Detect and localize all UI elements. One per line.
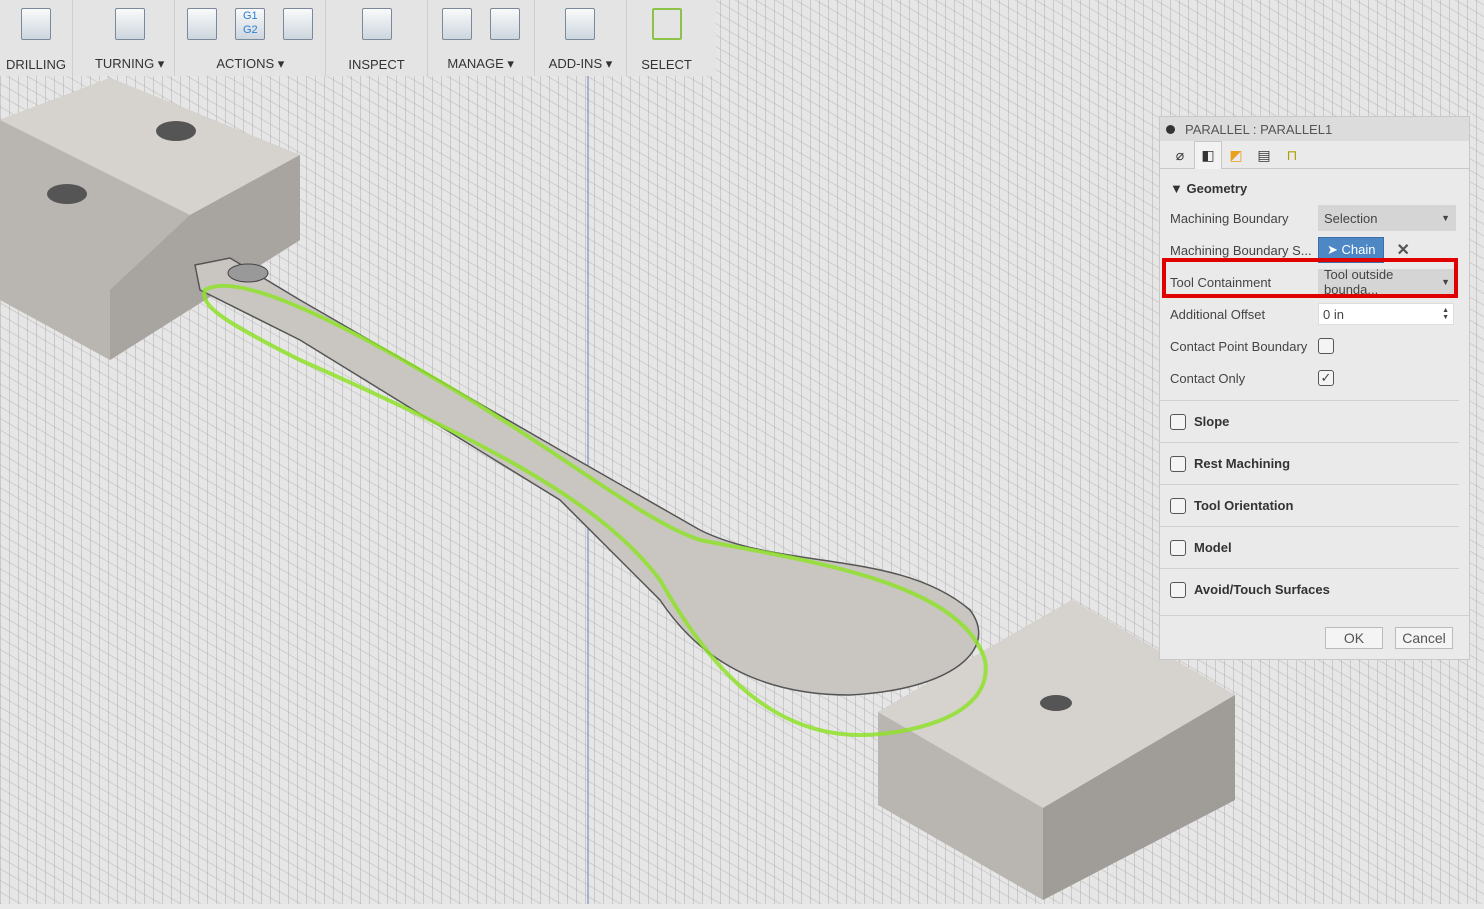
checkbox[interactable] (1170, 413, 1186, 430)
toolbar: DRILLING TURNING ▾ G1 G2 ACTIONS ▾ INSPEC… (0, 0, 716, 76)
contact-point-boundary-checkbox[interactable] (1318, 338, 1334, 354)
group-label: ADD-INS ▾ (548, 56, 613, 71)
toolbar-group-select[interactable]: SELECT (627, 0, 706, 76)
tool-library-icon[interactable] (441, 8, 472, 40)
group-rest-machining[interactable]: Rest Machining (1160, 442, 1459, 484)
turning-icon[interactable] (114, 8, 145, 40)
group-label: INSPECT (348, 57, 405, 72)
drill-icon[interactable] (20, 8, 51, 40)
tab-heights[interactable]: ◩ (1222, 141, 1250, 169)
additional-offset-input[interactable]: 0 in ▲ ▼ (1318, 303, 1454, 325)
field-label: Machining Boundary (1170, 210, 1289, 226)
toolbar-group-addins[interactable]: ADD-INS ▾ (535, 0, 628, 76)
dialog-title-bar[interactable]: PARALLEL : PARALLEL1 (1160, 117, 1469, 141)
clear-selection-icon[interactable]: ✕ (1396, 240, 1409, 260)
checkbox[interactable] (1170, 497, 1186, 514)
measure-icon[interactable] (361, 8, 392, 40)
row-machining-boundary: Machining Boundary Selection ▼ (1160, 202, 1469, 234)
dialog-title: PARALLEL : PARALLEL1 (1185, 121, 1333, 137)
contact-only-checkbox[interactable]: ✓ (1318, 370, 1334, 386)
toolbar-group-inspect[interactable]: INSPECT (326, 0, 428, 76)
parallel-dialog: PARALLEL : PARALLEL1 ⌀ ◧ ◩ ▤ ⊓ ▼ Geometr… (1159, 116, 1470, 660)
section-geometry[interactable]: ▼ Geometry (1160, 169, 1469, 202)
dialog-tabs: ⌀ ◧ ◩ ▤ ⊓ (1160, 141, 1469, 169)
collapse-icon[interactable] (1166, 124, 1175, 134)
tab-passes[interactable]: ▤ (1250, 141, 1278, 169)
group-label: Rest Machining (1194, 456, 1291, 471)
checkbox[interactable] (1170, 455, 1186, 472)
row-contact-only: Contact Only ✓ (1160, 362, 1469, 394)
group-label: ACTIONS ▾ (216, 56, 285, 71)
row-additional-offset: Additional Offset 0 in ▲ ▼ (1160, 298, 1469, 330)
group-slope[interactable]: Slope (1160, 400, 1459, 442)
setup-sheet-icon[interactable] (283, 8, 314, 40)
group-label: MANAGE ▾ (447, 56, 514, 71)
post-process-icon[interactable]: G1 G2 (235, 8, 266, 40)
row-contact-point-boundary: Contact Point Boundary (1160, 330, 1469, 362)
field-label: Machining Boundary S... (1170, 242, 1312, 258)
highlight-box (1162, 258, 1458, 298)
group-label: Model (1194, 540, 1232, 555)
ok-button[interactable]: OK (1325, 626, 1383, 649)
field-label: Contact Only (1170, 370, 1246, 386)
input-value: 0 in (1323, 306, 1344, 322)
toolbar-group-turning[interactable]: TURNING ▾ (73, 0, 176, 76)
dialog-footer: OK Cancel (1160, 615, 1469, 659)
group-label: Slope (1194, 414, 1230, 429)
toolbar-group-drilling[interactable]: DRILLING (0, 0, 73, 76)
simulate-icon[interactable] (187, 8, 218, 40)
checkbox[interactable] (1170, 581, 1186, 598)
field-label: Additional Offset (1170, 306, 1266, 322)
select-icon[interactable] (651, 8, 682, 40)
field-label: Contact Point Boundary (1170, 338, 1308, 354)
spinner-icon[interactable]: ▲ ▼ (1442, 307, 1449, 321)
chain-label: Chain (1341, 242, 1376, 257)
tab-linking[interactable]: ⊓ (1278, 141, 1306, 169)
task-manager-icon[interactable] (489, 8, 520, 40)
scripts-icon[interactable] (565, 8, 596, 40)
tab-tool[interactable]: ⌀ (1166, 141, 1194, 169)
select-value: Selection (1324, 210, 1378, 226)
group-label: SELECT (641, 57, 692, 72)
group-label: TURNING ▾ (94, 56, 165, 71)
group-label: Avoid/Touch Surfaces (1194, 582, 1330, 597)
group-avoid-touch-surfaces[interactable]: Avoid/Touch Surfaces (1160, 568, 1459, 610)
group-tool-orientation[interactable]: Tool Orientation (1160, 484, 1459, 526)
cancel-button[interactable]: Cancel (1395, 626, 1453, 649)
group-label: Tool Orientation (1194, 498, 1294, 513)
toolbar-group-manage[interactable]: MANAGE ▾ (428, 0, 535, 76)
machining-boundary-select[interactable]: Selection ▼ (1318, 205, 1456, 231)
group-label: DRILLING (6, 57, 66, 72)
tab-geometry[interactable]: ◧ (1194, 141, 1222, 169)
cursor-icon: ➤ (1327, 242, 1342, 257)
chevron-down-icon: ▼ (1441, 213, 1450, 223)
checkbox[interactable] (1170, 539, 1186, 556)
toolbar-group-actions[interactable]: G1 G2 ACTIONS ▾ (175, 0, 327, 76)
group-model[interactable]: Model (1160, 526, 1459, 568)
